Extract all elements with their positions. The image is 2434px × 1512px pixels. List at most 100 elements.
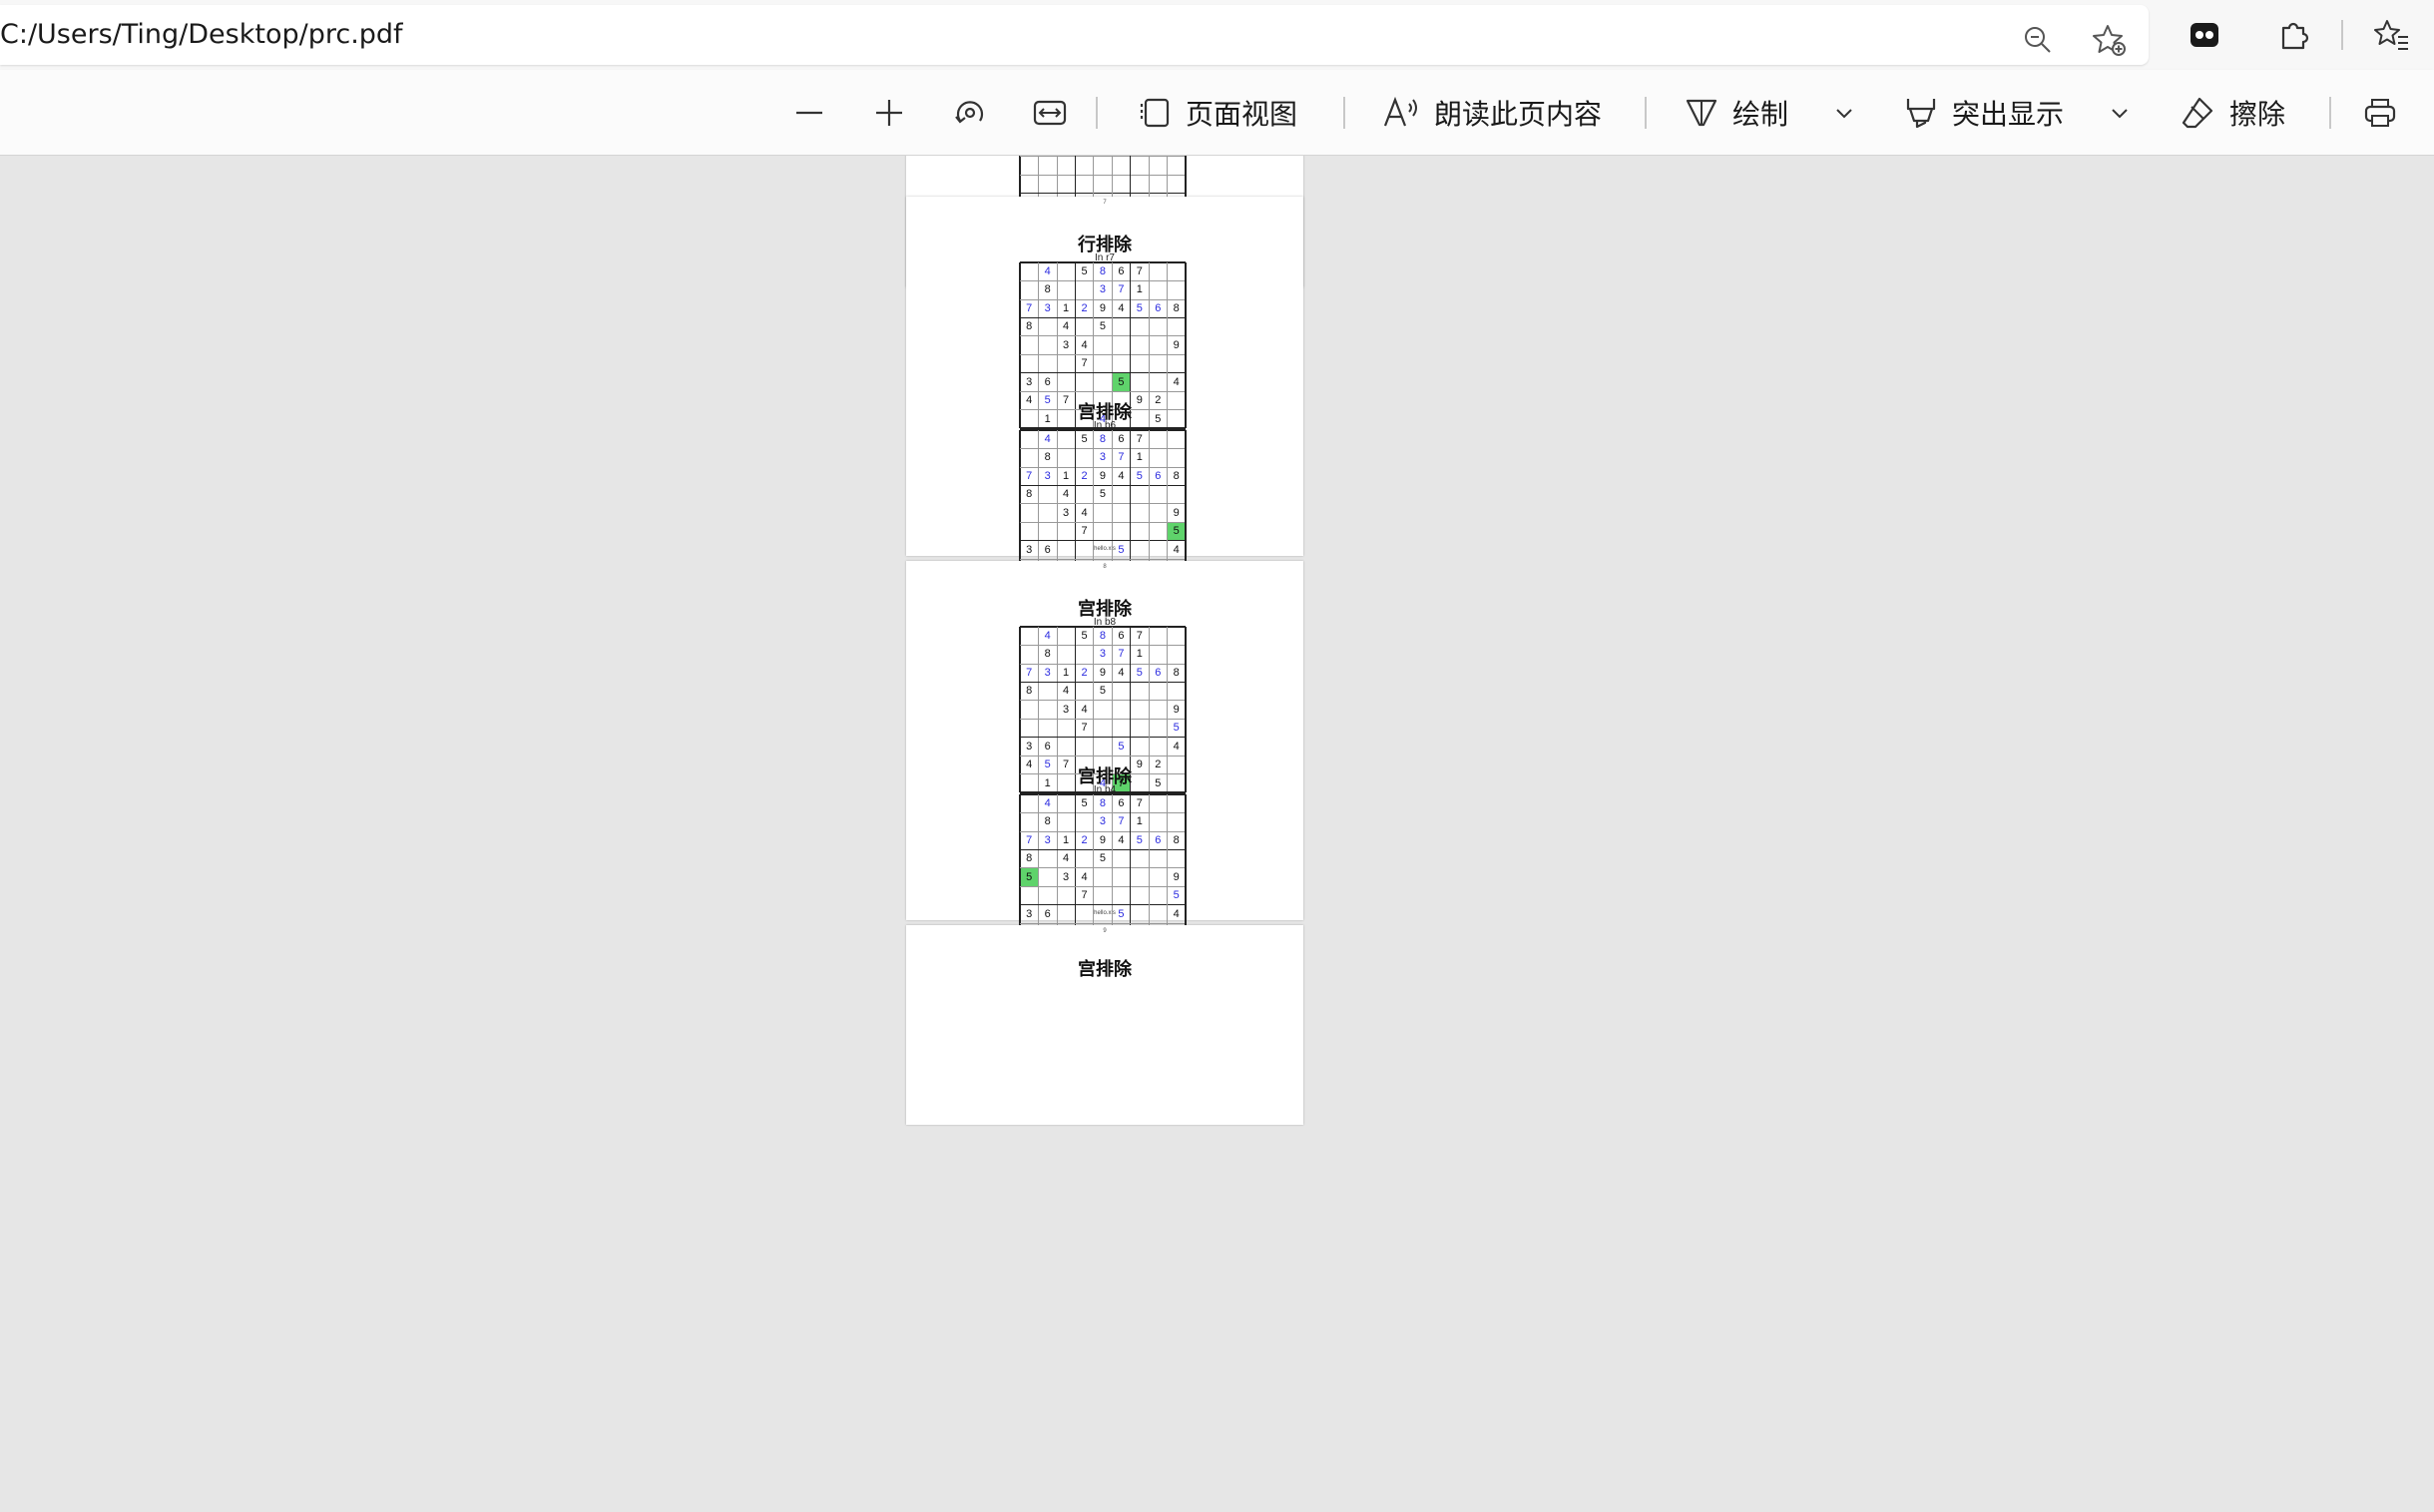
sudoku-cell	[1038, 354, 1056, 372]
sudoku-cell	[1038, 522, 1056, 540]
grid-line	[1020, 261, 1186, 263]
sudoku-cell: 6	[1044, 907, 1051, 920]
sudoku-cell: 4	[1118, 833, 1125, 846]
chevron-down-icon	[2112, 108, 2128, 118]
toolbar-separator	[2341, 20, 2343, 50]
page-view-button[interactable]: 页面视图	[1138, 70, 1297, 155]
sudoku-cell	[1112, 504, 1130, 522]
sudoku-cell: 5	[1173, 722, 1180, 735]
rotate-button[interactable]	[952, 70, 988, 155]
sudoku-cell: 8	[1044, 451, 1051, 464]
sudoku-cell: 8	[1173, 666, 1180, 679]
sudoku-cell: 4	[1044, 630, 1051, 642]
sudoku-cell	[1149, 627, 1167, 645]
page-number: 9	[1103, 928, 1107, 934]
zoom-out-button[interactable]	[793, 70, 825, 155]
sudoku-cell	[1112, 317, 1130, 335]
sudoku-cell: 4	[1044, 265, 1051, 277]
sudoku-cell	[1149, 719, 1167, 737]
pdf-page[interactable]: 8 hello.xls 宫排除 In b8 4 5 8 6 7 8 3 7 1 7 3 1 2 9 4 5 6 8 8 4 5 3…	[906, 561, 1303, 961]
sudoku-cell: 4	[1063, 488, 1070, 501]
sudoku-cell: 8	[1026, 320, 1033, 333]
url-box[interactable]: C:/Users/Ting/Desktop/prc.pdf	[0, 5, 2149, 65]
grid-line	[1020, 429, 1186, 431]
sudoku-cell	[1038, 886, 1056, 904]
sudoku-cell: 3	[1026, 740, 1033, 753]
pdf-viewer[interactable]: hello.xls8453497364457921457hello.xls行排除…	[0, 156, 2434, 1512]
print-button[interactable]	[2362, 70, 2398, 155]
sudoku-cell: 4	[1081, 338, 1088, 351]
sudoku-cell: 4	[1063, 320, 1070, 333]
sudoku-cell	[1149, 430, 1167, 448]
grid-line	[1020, 922, 1186, 924]
sudoku-cell	[1038, 175, 1056, 193]
extension-app-icon[interactable]	[2183, 13, 2226, 57]
draw-button[interactable]: 绘制	[1685, 70, 1788, 155]
sudoku-cell: 7	[1118, 648, 1125, 661]
sudoku-cell	[1057, 262, 1075, 280]
highlight-button[interactable]: 突出显示	[1904, 70, 2064, 155]
pdf-page[interactable]: 9 宫排除	[906, 925, 1303, 1125]
sudoku-cell	[1131, 485, 1149, 503]
sudoku-cell	[1131, 886, 1149, 904]
sudoku-cell	[1057, 627, 1075, 645]
sudoku-cell	[1094, 868, 1112, 886]
sudoku-cell	[1020, 719, 1038, 737]
sudoku-cell	[1131, 682, 1149, 700]
sudoku-cell: 5	[1118, 543, 1125, 556]
extensions-puzzle-icon[interactable]	[2272, 13, 2316, 57]
sudoku-cell: 3	[1026, 907, 1033, 920]
sudoku-cell	[1149, 682, 1167, 700]
sudoku-cell: 5	[1099, 852, 1107, 865]
sudoku-cell	[1112, 719, 1130, 737]
sudoku-cell: 6	[1155, 833, 1162, 846]
sudoku-cell: 9	[1099, 301, 1107, 314]
grid-line	[1020, 812, 1186, 813]
sudoku-cell	[1094, 336, 1112, 354]
read-aloud-button[interactable]: 朗读此页内容	[1382, 70, 1602, 155]
sudoku-cell: 6	[1044, 375, 1051, 388]
sudoku-cell: 1	[1063, 833, 1070, 846]
sudoku-cell: 7	[1026, 301, 1033, 314]
sudoku-cell	[1149, 849, 1167, 867]
sudoku-cell: 7	[1136, 433, 1143, 445]
highlight-options-dropdown[interactable]	[2110, 70, 2130, 155]
favorite-add-icon[interactable]	[2088, 18, 2132, 62]
sudoku-cell	[1131, 868, 1149, 886]
erase-button[interactable]: 擦除	[2180, 70, 2285, 155]
grid-line	[1020, 521, 1186, 523]
grid-line	[1020, 885, 1186, 887]
sudoku-cell	[1149, 354, 1167, 372]
sudoku-cell: 6	[1044, 740, 1051, 753]
sudoku-cell	[1112, 682, 1130, 700]
sudoku-cell	[1112, 485, 1130, 503]
sudoku-cell: 9	[1099, 469, 1107, 482]
grid-line	[1020, 903, 1186, 906]
sudoku-cell	[1020, 430, 1038, 448]
sudoku-cell: 1	[1136, 648, 1143, 661]
pdf-page[interactable]: 7 hello.xls 行排除 In r7 4 5 8 6 7 8 3 7 1 7 3 1 2 9 4 5 6 8 8 4 5 3…	[906, 197, 1303, 597]
sudoku-cell: 6	[1155, 666, 1162, 679]
sudoku-cell: 5	[1081, 797, 1088, 809]
sudoku-cell	[1131, 849, 1149, 867]
sudoku-cell	[1112, 886, 1130, 904]
sudoku-cell	[1038, 485, 1056, 503]
url-text[interactable]: C:/Users/Ting/Desktop/prc.pdf	[0, 19, 403, 50]
sudoku-cell: 5	[1081, 433, 1088, 445]
zoom-out-icon[interactable]	[2016, 18, 2060, 62]
sudoku-cell: 8	[1099, 797, 1107, 809]
sudoku-cell	[1131, 719, 1149, 737]
sudoku-cell	[1168, 175, 1186, 193]
sudoku-cell: 1	[1136, 451, 1143, 464]
grid-line	[1020, 736, 1186, 739]
zoom-in-button[interactable]	[873, 70, 905, 155]
fit-width-button[interactable]	[1032, 70, 1068, 155]
sudoku-cell	[1094, 522, 1112, 540]
sudoku-cell	[1131, 905, 1149, 923]
favorites-icon[interactable]	[2370, 13, 2414, 57]
sudoku-cell	[1131, 354, 1149, 372]
sudoku-cell	[1020, 262, 1038, 280]
sudoku-cell	[1075, 373, 1093, 391]
draw-options-dropdown[interactable]	[1834, 70, 1854, 155]
sudoku-cell: 8	[1026, 852, 1033, 865]
